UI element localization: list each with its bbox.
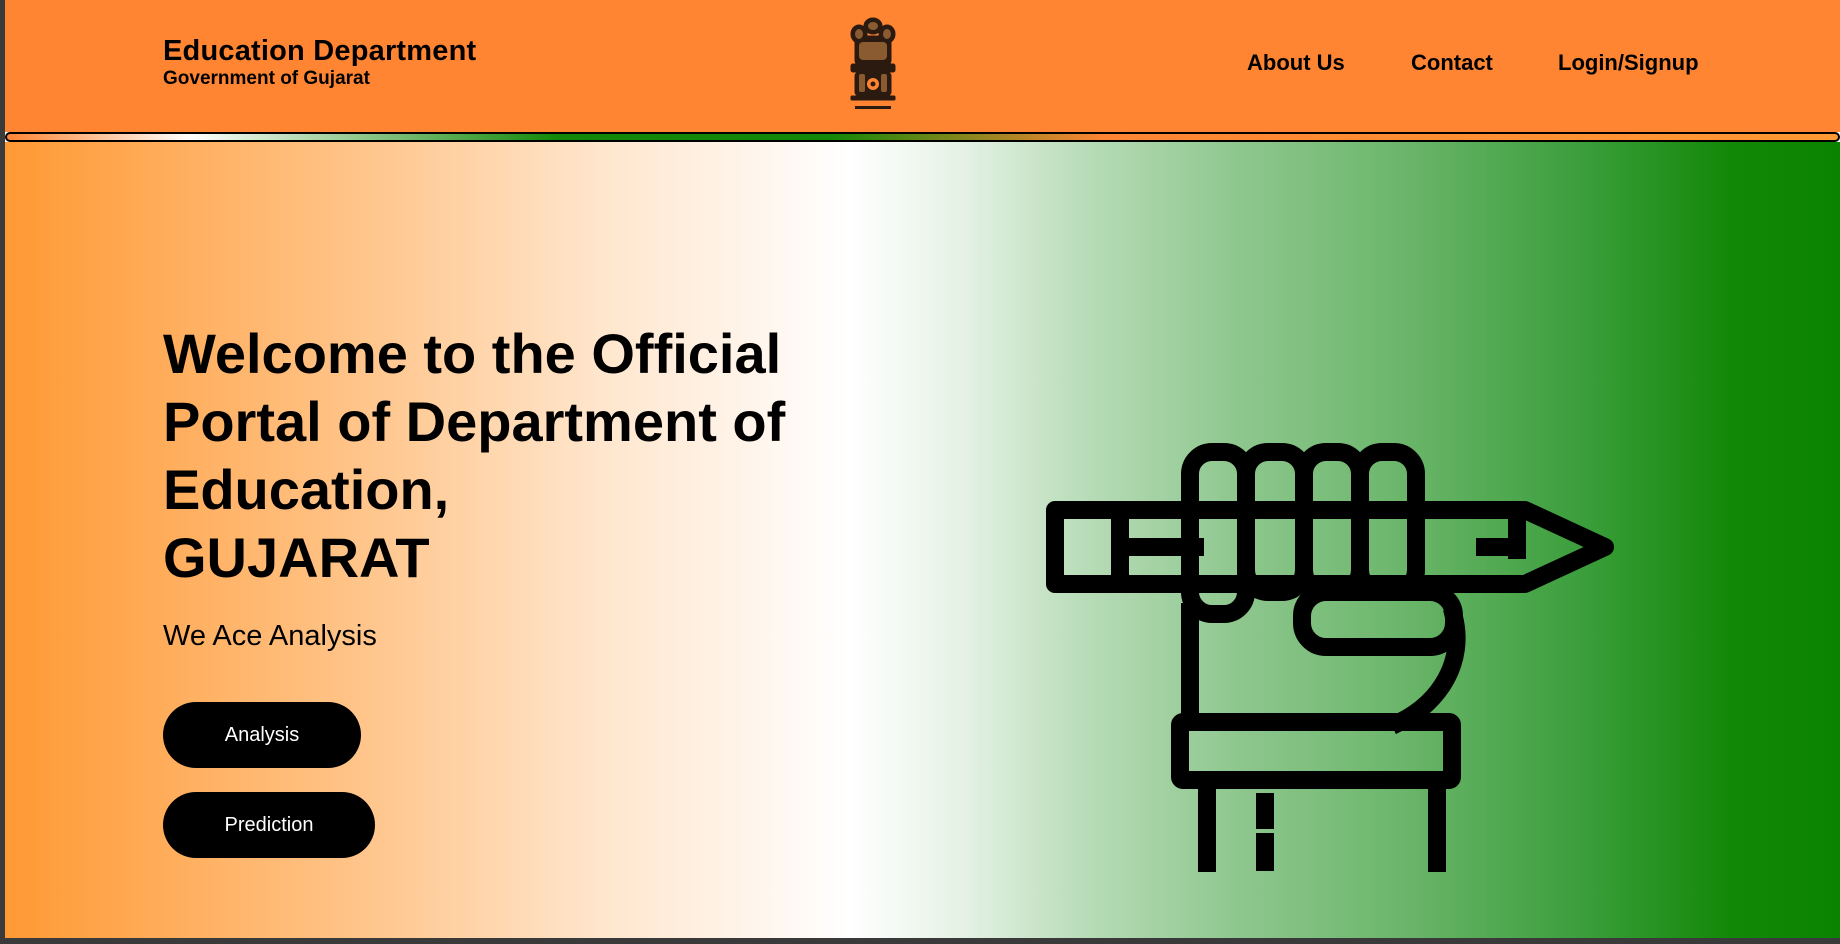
page-frame: Education Department Government of Gujar… [5,0,1840,938]
fist-holding-pencil-icon [1046,443,1614,872]
national-emblem-icon [850,17,896,109]
nav-login-signup[interactable]: Login/Signup [1558,50,1699,76]
nav-contact[interactable]: Contact [1411,50,1493,76]
prediction-button[interactable]: Prediction [163,792,375,858]
hero-title-line: Portal of Department of [163,390,786,453]
brand-title: Education Department [163,35,477,67]
tricolor-divider [5,132,1840,142]
hero-title-line: Education, [163,458,450,521]
hero-title: Welcome to the Official Portal of Depart… [163,320,883,592]
hero-tagline: We Ace Analysis [163,620,377,652]
nav-about-us[interactable]: About Us [1247,50,1345,76]
brand[interactable]: Education Department Government of Gujar… [163,34,476,90]
hero-section: Welcome to the Official Portal of Depart… [5,142,1840,938]
brand-subtitle: Government of Gujarat [163,68,370,89]
analysis-button[interactable]: Analysis [163,702,361,768]
hero-title-line: Welcome to the Official [163,322,782,385]
site-header: Education Department Government of Gujar… [5,0,1840,132]
hero-title-line: GUJARAT [163,526,430,589]
